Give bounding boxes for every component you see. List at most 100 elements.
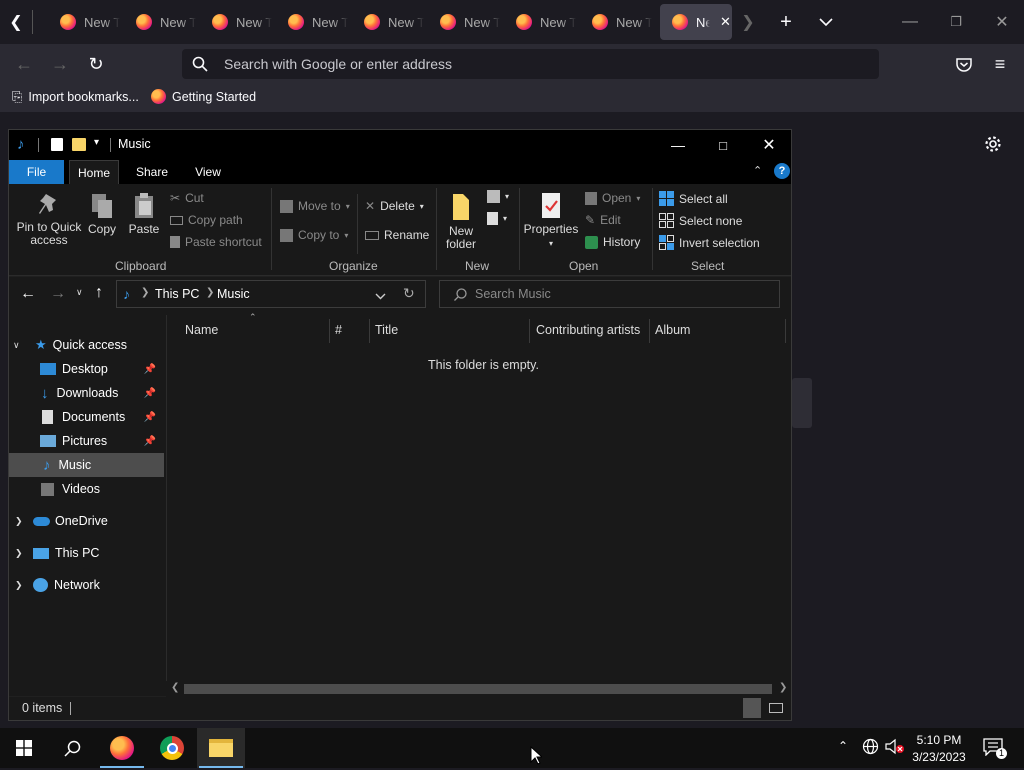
expand-chevron-icon[interactable]: ∨ xyxy=(13,340,25,351)
nav-network[interactable]: ❯ Network xyxy=(9,573,164,597)
paste-shortcut-button[interactable]: Paste shortcut xyxy=(170,235,262,249)
help-icon[interactable]: ? xyxy=(774,163,790,179)
volume-muted-icon[interactable] xyxy=(885,738,905,760)
column-separator[interactable] xyxy=(649,319,650,343)
new-tab-icon[interactable]: + xyxy=(774,10,798,34)
collapse-ribbon-icon[interactable]: ⌃ xyxy=(753,164,762,177)
nav-documents[interactable]: Documents 📌 xyxy=(9,405,164,429)
page-scrollbar-thumb[interactable] xyxy=(792,378,812,428)
back-arrow-icon[interactable]: ← xyxy=(20,285,36,303)
column-header-number[interactable]: # xyxy=(335,323,342,337)
taskbar-firefox[interactable] xyxy=(98,728,146,768)
network-globe-icon[interactable] xyxy=(862,738,879,760)
recent-locations-icon[interactable]: ∨ xyxy=(76,287,83,298)
invert-selection-button[interactable]: Invert selection xyxy=(659,235,760,250)
reload-icon[interactable]: ↻ xyxy=(84,52,108,76)
expand-chevron-icon[interactable]: ❯ xyxy=(15,516,27,527)
gear-icon[interactable] xyxy=(984,135,1002,158)
scrollbar-thumb[interactable] xyxy=(184,684,772,694)
taskbar-file-explorer[interactable] xyxy=(197,728,245,768)
nav-videos[interactable]: Videos xyxy=(9,477,164,501)
system-clock[interactable]: 5:10 PM 3/23/2023 xyxy=(906,732,972,766)
breadcrumb-music[interactable]: Music xyxy=(217,287,250,301)
maximize-icon[interactable]: □ xyxy=(700,130,746,160)
forward-icon[interactable]: → xyxy=(48,52,72,76)
copy-to-button[interactable]: Copy to ▾ xyxy=(280,228,348,242)
import-bookmarks-link[interactable]: ⎘ Import bookmarks... xyxy=(12,89,139,105)
pin-icon[interactable]: 📌 xyxy=(144,436,156,447)
delete-button[interactable]: ✕ Delete ▾ xyxy=(365,199,424,213)
edit-button[interactable]: ✎ Edit xyxy=(585,213,621,227)
select-none-button[interactable]: Select none xyxy=(659,213,742,228)
customize-toolbar-icon[interactable]: ▾ xyxy=(94,137,99,148)
address-dropdown-icon[interactable] xyxy=(375,289,386,303)
horizontal-scrollbar[interactable]: ❮ ❯ xyxy=(166,681,791,697)
list-all-tabs-icon[interactable] xyxy=(814,10,838,34)
new-folder-button[interactable]: New folder xyxy=(441,192,481,251)
menu-hamburger-icon[interactable]: ≡ xyxy=(988,52,1012,76)
scroll-left-icon[interactable]: ❮ xyxy=(171,682,179,693)
show-hidden-icons-icon[interactable]: ⌃ xyxy=(838,739,848,753)
column-header-album[interactable]: Album xyxy=(655,323,690,337)
expand-chevron-icon[interactable]: ❯ xyxy=(15,580,27,591)
new-folder-quick-icon[interactable] xyxy=(72,138,86,151)
new-item-button[interactable]: ▾ xyxy=(487,190,509,203)
browser-tab[interactable]: New Tab xyxy=(580,4,654,40)
pin-icon[interactable]: 📌 xyxy=(144,364,156,375)
expand-chevron-icon[interactable]: ❯ xyxy=(15,548,27,559)
select-all-button[interactable]: Select all xyxy=(659,191,728,206)
nav-quick-access[interactable]: ∨ ★ Quick access xyxy=(9,333,164,357)
copy-path-button[interactable]: Copy path xyxy=(170,213,243,227)
copy-button[interactable]: Copy xyxy=(87,192,117,236)
browser-tab[interactable]: New Tab xyxy=(504,4,578,40)
cut-button[interactable]: ✂ Cut xyxy=(170,191,204,205)
nav-music[interactable]: ♪ Music xyxy=(9,453,164,477)
easy-access-button[interactable]: ▾ xyxy=(487,212,507,225)
back-icon[interactable]: ← xyxy=(12,52,36,76)
browser-tab[interactable]: New Tab xyxy=(428,4,502,40)
browser-tab-active[interactable]: New Tab ✕ xyxy=(660,4,732,40)
tab-scroll-left-icon[interactable]: ❮ xyxy=(4,10,28,34)
move-to-button[interactable]: Move to ▾ xyxy=(280,199,350,213)
rename-button[interactable]: Rename xyxy=(365,228,429,242)
browser-tab[interactable]: New Tab xyxy=(48,4,122,40)
column-header-contributing-artists[interactable]: Contributing artists xyxy=(536,323,640,337)
address-bar[interactable]: ♪ ❯ This PC ❯ Music ↻ xyxy=(116,280,426,308)
pin-icon[interactable]: 📌 xyxy=(144,388,156,399)
nav-pictures[interactable]: Pictures 📌 xyxy=(9,429,164,453)
details-view-icon[interactable] xyxy=(743,698,761,718)
breadcrumb-this-pc[interactable]: This PC xyxy=(155,287,199,301)
start-button[interactable] xyxy=(0,728,48,768)
large-icons-view-icon[interactable] xyxy=(769,703,783,713)
pin-icon[interactable]: 📌 xyxy=(144,412,156,423)
close-tab-icon[interactable]: ✕ xyxy=(720,14,731,30)
url-bar[interactable]: Search with Google or enter address xyxy=(182,49,879,79)
minimize-icon[interactable]: — xyxy=(896,8,924,36)
properties-button[interactable]: Properties ▾ xyxy=(523,192,579,250)
close-window-icon[interactable]: ✕ xyxy=(988,8,1016,36)
browser-tab[interactable]: New Tab xyxy=(276,4,350,40)
tab-view[interactable]: View xyxy=(185,160,231,184)
column-header-name[interactable]: Name xyxy=(185,323,218,337)
nav-this-pc[interactable]: ❯ This PC xyxy=(9,541,164,565)
taskbar-chrome[interactable] xyxy=(148,728,196,768)
browser-tab[interactable]: New Tab xyxy=(200,4,274,40)
search-box[interactable]: Search Music xyxy=(439,280,780,308)
tab-share[interactable]: Share xyxy=(129,160,175,184)
column-separator[interactable] xyxy=(785,319,786,343)
nav-onedrive[interactable]: ❯ OneDrive xyxy=(9,509,164,533)
minimize-icon[interactable]: — xyxy=(655,130,701,160)
taskbar-search-button[interactable] xyxy=(48,728,96,768)
open-button[interactable]: Open ▾ xyxy=(585,191,640,205)
forward-arrow-icon[interactable]: → xyxy=(50,285,66,303)
scroll-right-icon[interactable]: ❯ xyxy=(779,682,787,693)
browser-tab[interactable]: New Tab xyxy=(352,4,426,40)
pin-to-quick-access-button[interactable]: Pin to Quick access xyxy=(13,192,85,247)
close-window-icon[interactable]: ✕ xyxy=(746,130,792,160)
pocket-icon[interactable] xyxy=(952,52,976,76)
refresh-icon[interactable]: ↻ xyxy=(403,285,415,302)
browser-tab[interactable]: New Tab xyxy=(124,4,198,40)
restore-icon[interactable]: ❐ xyxy=(942,8,970,36)
history-button[interactable]: History xyxy=(585,235,640,249)
paste-button[interactable]: Paste xyxy=(127,192,161,236)
